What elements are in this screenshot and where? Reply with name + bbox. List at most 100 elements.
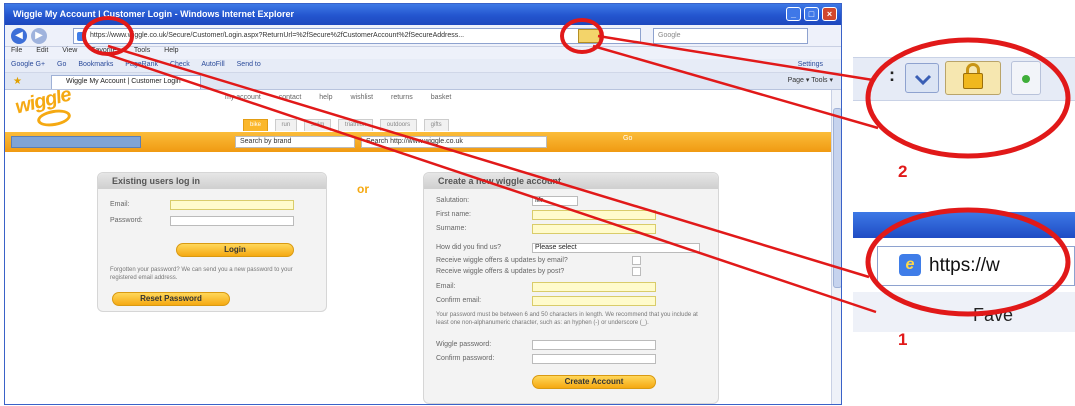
toolbar-bookmarks[interactable]: Bookmarks bbox=[78, 61, 113, 68]
inset-dropdown-button bbox=[905, 63, 939, 93]
menu-view[interactable]: View bbox=[62, 47, 77, 54]
login-heading: Existing users log in bbox=[98, 173, 326, 189]
menu-edit[interactable]: Edit bbox=[36, 47, 48, 54]
heard-value: Please select bbox=[535, 244, 577, 251]
menu-help[interactable]: Help bbox=[164, 47, 178, 54]
link-returns[interactable]: returns bbox=[391, 94, 413, 101]
login-email-input[interactable] bbox=[170, 200, 294, 210]
nav-tab-bike[interactable]: bike bbox=[243, 119, 269, 131]
login-button[interactable]: Login bbox=[176, 243, 294, 257]
close-button[interactable]: × bbox=[822, 7, 837, 21]
forgotten-password-text: Forgotten your password? We can send you… bbox=[110, 267, 293, 281]
offers-post-checkbox[interactable] bbox=[632, 267, 641, 276]
toolbar-google[interactable]: Google G+ bbox=[11, 61, 45, 68]
salutation-select[interactable]: Mr bbox=[532, 196, 578, 206]
toolbar-pagerank[interactable]: PageRank bbox=[125, 61, 158, 68]
login-panel: Existing users log in Email: Password: L… bbox=[97, 172, 327, 312]
site-search-go-button[interactable]: Go bbox=[623, 135, 632, 142]
register-email-label: Email: bbox=[436, 283, 456, 290]
password-rules-note: Your password must be between 6 and 50 c… bbox=[436, 312, 698, 326]
inset-favorites-text: Fave bbox=[973, 305, 1014, 325]
site-nav-tabs: bike run swim triathlon outdoors gifts bbox=[243, 118, 453, 131]
site-search-value: Search http://www.wiggle.co.uk bbox=[366, 138, 463, 145]
menu-favorites[interactable]: Favorites bbox=[91, 47, 120, 54]
toolbar-go[interactable]: Go bbox=[57, 61, 66, 68]
register-password-label: Wiggle password: bbox=[436, 341, 492, 348]
site-search-input[interactable]: Search http://www.wiggle.co.uk bbox=[361, 136, 547, 148]
heard-label: How did you find us? bbox=[436, 244, 501, 251]
site-search-bar: Search by brand Search http://www.wiggle… bbox=[5, 132, 831, 152]
google-toolbar: Google G+ Go Bookmarks PageRank Check Au… bbox=[5, 59, 841, 73]
salutation-label: Salutation: bbox=[436, 197, 470, 204]
menu-tools[interactable]: Tools bbox=[134, 47, 150, 54]
favorites-star-icon[interactable]: ★ bbox=[13, 76, 22, 87]
register-password-input[interactable] bbox=[532, 340, 656, 350]
surname-label: Surname: bbox=[436, 225, 467, 232]
maximize-button[interactable]: □ bbox=[804, 7, 819, 21]
callout-number-2: 2 bbox=[898, 162, 908, 181]
ie-logo-icon: e bbox=[899, 254, 921, 276]
create-account-button[interactable]: Create Account bbox=[532, 375, 656, 389]
green-arrow-icon bbox=[1022, 75, 1030, 83]
link-help[interactable]: help bbox=[319, 94, 332, 101]
nav-tab-outdoors[interactable]: outdoors bbox=[379, 119, 418, 131]
inset-menu-strip bbox=[853, 292, 1075, 332]
browser-window: Wiggle My Account | Customer Login - Win… bbox=[4, 3, 842, 405]
register-email-input[interactable] bbox=[532, 282, 656, 292]
toolbar-autofill[interactable]: AutoFill bbox=[201, 61, 224, 68]
lock-icon[interactable] bbox=[578, 29, 600, 43]
breadcrumb[interactable] bbox=[11, 136, 141, 148]
register-heading: Create a new wiggle account bbox=[424, 173, 718, 189]
surname-input[interactable] bbox=[532, 224, 656, 234]
nav-tab-gifts[interactable]: gifts bbox=[423, 119, 449, 131]
scrollbar-thumb[interactable] bbox=[833, 108, 841, 288]
toolbar-settings[interactable]: Settings bbox=[798, 61, 823, 68]
heard-select[interactable]: Please select bbox=[532, 243, 700, 253]
or-separator: or bbox=[357, 182, 369, 196]
window-title: Wiggle My Account | Customer Login - Win… bbox=[13, 9, 295, 19]
tab-tools[interactable]: Page ▾ Tools ▾ bbox=[788, 76, 833, 84]
login-password-input[interactable] bbox=[170, 216, 294, 226]
brand-select-value: Search by brand bbox=[240, 138, 292, 145]
menu-file[interactable]: File bbox=[11, 47, 22, 54]
minimize-button[interactable]: _ bbox=[786, 7, 801, 21]
nav-tab-swim[interactable]: swim bbox=[303, 119, 332, 131]
link-my-account[interactable]: my account bbox=[225, 94, 261, 101]
toolbar-check[interactable]: Check bbox=[170, 61, 190, 68]
firstname-label: First name: bbox=[436, 211, 472, 218]
link-basket[interactable]: basket bbox=[431, 94, 452, 101]
nav-tab-run[interactable]: run bbox=[274, 119, 298, 131]
offers-post-label: Receive wiggle offers & updates by post? bbox=[436, 268, 565, 275]
zoom-inset-lock: : bbox=[853, 41, 1075, 151]
address-row: ◀ ▶ https://www.wiggle.co.uk/Secure/Cust… bbox=[5, 25, 841, 47]
confirm-password-label: Confirm password: bbox=[436, 355, 495, 362]
browser-search-input[interactable]: Google bbox=[653, 28, 808, 44]
back-button[interactable]: ◀ bbox=[11, 28, 27, 44]
nav-tab-triathlon[interactable]: triathlon bbox=[337, 119, 374, 131]
ie-page-icon bbox=[77, 32, 86, 41]
menu-bar: File Edit View Favorites Tools Help bbox=[5, 47, 841, 59]
address-bar[interactable]: https://www.wiggle.co.uk/Secure/Customer… bbox=[73, 28, 641, 44]
padlock-icon bbox=[963, 73, 983, 89]
firstname-input[interactable] bbox=[532, 210, 656, 220]
brand-select[interactable]: Search by brand bbox=[235, 136, 355, 148]
offers-email-checkbox[interactable] bbox=[632, 256, 641, 265]
confirm-email-input[interactable] bbox=[532, 296, 656, 306]
link-wishlist[interactable]: wishlist bbox=[350, 94, 373, 101]
browser-tab[interactable]: Wiggle My Account | Customer Login bbox=[51, 75, 201, 89]
search-placeholder: Google bbox=[658, 32, 681, 39]
tab-title: Wiggle My Account | Customer Login bbox=[66, 78, 181, 85]
site-top-links: my account contact help wishlist returns… bbox=[225, 94, 467, 101]
reset-password-button[interactable]: Reset Password bbox=[112, 292, 230, 306]
salutation-value: Mr bbox=[535, 197, 544, 204]
login-email-label: Email: bbox=[110, 201, 130, 208]
register-panel: Create a new wiggle account Salutation: … bbox=[423, 172, 719, 404]
forward-button[interactable]: ▶ bbox=[31, 28, 47, 44]
confirm-password-input[interactable] bbox=[532, 354, 656, 364]
toolbar-sendto[interactable]: Send to bbox=[237, 61, 261, 68]
callout-number-1: 1 bbox=[898, 330, 908, 349]
link-contact[interactable]: contact bbox=[279, 94, 302, 101]
page-scrollbar[interactable] bbox=[831, 90, 841, 404]
zoom-inset-https: e https://w Fave bbox=[853, 212, 1075, 332]
confirm-email-label: Confirm email: bbox=[436, 297, 482, 304]
